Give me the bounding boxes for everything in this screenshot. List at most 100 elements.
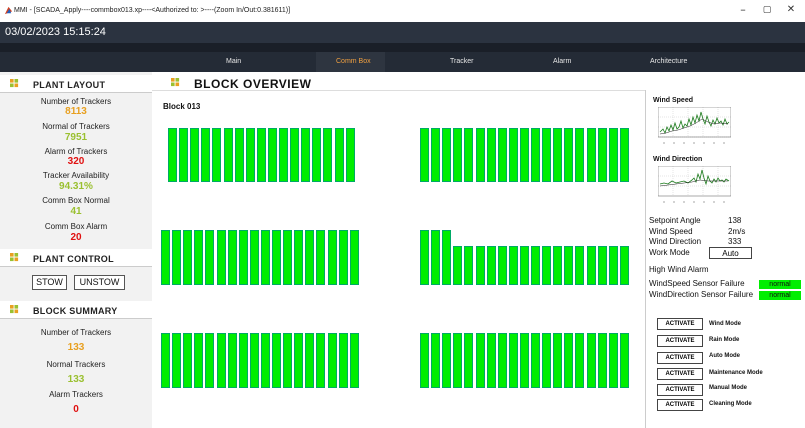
tracker-cell[interactable] [619, 128, 629, 182]
tracker-cell[interactable] [327, 230, 337, 285]
tracker-cell[interactable] [179, 128, 189, 182]
tracker-cell[interactable] [442, 333, 452, 388]
tracker-cell[interactable] [323, 128, 333, 182]
tracker-cell[interactable] [327, 333, 337, 388]
tracker-cell[interactable] [420, 128, 429, 182]
tracker-cell[interactable] [245, 128, 255, 182]
tracker-cell[interactable] [464, 128, 474, 182]
tracker-cell[interactable] [294, 333, 304, 388]
tracker-cell[interactable] [453, 246, 463, 285]
close-button[interactable]: ✕ [781, 3, 801, 17]
tracker-cell[interactable] [531, 333, 540, 388]
tracker-cell[interactable] [586, 128, 596, 182]
tracker-cell[interactable] [564, 128, 574, 182]
tracker-cell[interactable] [497, 246, 507, 285]
activate-auto-mode-button[interactable]: ACTIVATE [657, 352, 703, 364]
tracker-cell[interactable] [442, 128, 452, 182]
tracker-cell[interactable] [194, 230, 204, 285]
tracker-cell[interactable] [564, 246, 574, 285]
tracker-cell[interactable] [283, 230, 293, 285]
tracker-cell[interactable] [508, 246, 518, 285]
tracker-cell[interactable] [227, 333, 237, 388]
tracker-cell[interactable] [508, 128, 518, 182]
tracker-cell[interactable] [531, 246, 540, 285]
tracker-cell[interactable] [272, 333, 281, 388]
tracker-cell[interactable] [205, 230, 215, 285]
tracker-cell[interactable] [431, 333, 441, 388]
tracker-cell[interactable] [619, 246, 629, 285]
tracker-cell[interactable] [542, 246, 552, 285]
maximize-button[interactable]: ▢ [757, 3, 777, 17]
tracker-cell[interactable] [223, 128, 233, 182]
tracker-cell[interactable] [305, 333, 315, 388]
tracker-cell[interactable] [161, 230, 170, 285]
tab-architecture[interactable]: Architecture [650, 58, 687, 65]
tracker-cell[interactable] [349, 230, 359, 285]
tracker-cell[interactable] [464, 246, 474, 285]
tracker-cell[interactable] [542, 333, 552, 388]
tracker-cell[interactable] [290, 128, 300, 182]
tracker-cell[interactable] [161, 333, 170, 388]
tracker-cell[interactable] [464, 333, 474, 388]
tracker-cell[interactable] [553, 128, 563, 182]
tracker-cell[interactable] [272, 230, 281, 285]
tab-comm-box[interactable]: Comm Box [336, 58, 371, 65]
tracker-cell[interactable] [597, 128, 607, 182]
tracker-cell[interactable] [190, 128, 200, 182]
stow-button[interactable]: STOW [32, 275, 67, 290]
tracker-cell[interactable] [431, 128, 441, 182]
tracker-cell[interactable] [586, 333, 596, 388]
minimize-button[interactable]: – [733, 3, 753, 17]
tracker-cell[interactable] [256, 128, 266, 182]
tracker-cell[interactable] [497, 333, 507, 388]
tracker-cell[interactable] [475, 246, 485, 285]
tracker-cell[interactable] [586, 246, 596, 285]
tracker-cell[interactable] [338, 333, 348, 388]
tracker-cell[interactable] [201, 128, 211, 182]
tracker-cell[interactable] [301, 128, 311, 182]
tracker-cell[interactable] [316, 230, 326, 285]
tracker-cell[interactable] [608, 333, 618, 388]
tracker-cell[interactable] [597, 333, 607, 388]
activate-manual-mode-button[interactable]: ACTIVATE [657, 384, 703, 396]
tracker-cell[interactable] [575, 128, 585, 182]
tab-alarm[interactable]: Alarm [553, 58, 571, 65]
tracker-cell[interactable] [312, 128, 322, 182]
tracker-cell[interactable] [349, 333, 359, 388]
tracker-cell[interactable] [564, 333, 574, 388]
tracker-cell[interactable] [316, 333, 326, 388]
tracker-cell[interactable] [553, 246, 563, 285]
tracker-cell[interactable] [453, 128, 463, 182]
tracker-cell[interactable] [619, 333, 629, 388]
tracker-cell[interactable] [238, 230, 248, 285]
tracker-cell[interactable] [475, 128, 485, 182]
tracker-cell[interactable] [227, 230, 237, 285]
tracker-cell[interactable] [608, 128, 618, 182]
tracker-cell[interactable] [475, 333, 485, 388]
tracker-cell[interactable] [597, 246, 607, 285]
tracker-cell[interactable] [260, 230, 270, 285]
tracker-cell[interactable] [238, 333, 248, 388]
tracker-cell[interactable] [183, 333, 193, 388]
tracker-cell[interactable] [519, 333, 529, 388]
tracker-cell[interactable] [508, 333, 518, 388]
tracker-cell[interactable] [486, 333, 496, 388]
tracker-cell[interactable] [172, 230, 182, 285]
activate-wind-mode-button[interactable]: ACTIVATE [657, 318, 703, 330]
tracker-cell[interactable] [608, 246, 618, 285]
tracker-cell[interactable] [420, 230, 429, 285]
work-mode-button[interactable]: Auto [709, 247, 752, 259]
tracker-cell[interactable] [172, 333, 182, 388]
tracker-cell[interactable] [216, 333, 226, 388]
tracker-cell[interactable] [279, 128, 288, 182]
tab-tracker[interactable]: Tracker [450, 58, 473, 65]
tracker-cell[interactable] [338, 230, 348, 285]
tracker-cell[interactable] [267, 128, 277, 182]
tracker-cell[interactable] [283, 333, 293, 388]
tracker-cell[interactable] [194, 333, 204, 388]
tracker-cell[interactable] [553, 333, 563, 388]
tracker-cell[interactable] [575, 246, 585, 285]
tracker-cell[interactable] [531, 128, 540, 182]
tracker-cell[interactable] [305, 230, 315, 285]
tracker-cell[interactable] [575, 333, 585, 388]
